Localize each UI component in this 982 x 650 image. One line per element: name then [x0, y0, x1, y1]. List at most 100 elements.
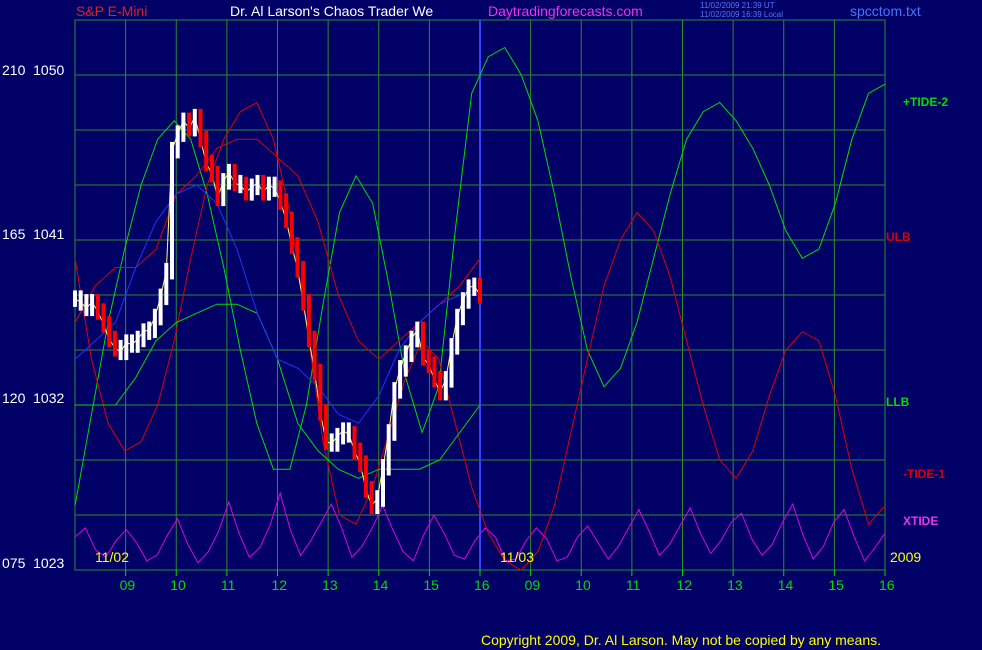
price-bar [398, 360, 403, 399]
price-bar [227, 163, 231, 190]
price-bar [95, 294, 100, 320]
date-label-2: 11/03 [500, 549, 534, 565]
price-bar [249, 178, 254, 201]
price-bar [204, 130, 209, 172]
price-bar [438, 371, 443, 401]
price-bar [90, 294, 95, 317]
hour-tick-label: 11 [626, 577, 641, 593]
legend-tide2: +TIDE-2 [903, 95, 949, 109]
legend-xtide: XTIDE [903, 514, 939, 528]
price-bar [107, 316, 112, 348]
price-bar [381, 459, 385, 507]
price-bar [392, 382, 397, 441]
chart-svg: 09 10 11 12 13 14 15 16 09 10 11 12 13 14 15 16 [73, 19, 895, 593]
price-bar [478, 277, 482, 304]
price-bar [386, 424, 391, 476]
price-bar [221, 173, 226, 207]
price-bar [141, 323, 146, 348]
price-bar [358, 442, 363, 472]
hour-tick-label: 15 [423, 577, 439, 593]
time-local: 11/02/2009 16:39 Local [700, 10, 784, 19]
price-bar [73, 290, 77, 307]
price-bar [306, 294, 311, 348]
hour-tick-label: 13 [322, 577, 338, 593]
price-bar [158, 288, 163, 326]
hour-tick-label: 10 [575, 577, 591, 593]
hour-tick-label: 10 [170, 577, 186, 593]
price-bar [460, 292, 465, 326]
price-bar [261, 174, 266, 201]
price-bar [352, 426, 357, 460]
price-bar [455, 308, 460, 355]
file-name: spcctom.txt [850, 3, 921, 19]
hour-tick-label: 14 [373, 577, 389, 593]
legend-tide1: -TIDE-1 [903, 467, 945, 481]
legend-llb: LLB [886, 395, 910, 409]
price-bar [289, 211, 294, 254]
price-bar [198, 108, 203, 148]
price-bar [432, 356, 437, 388]
price-bar [443, 371, 448, 401]
price-bar [187, 112, 192, 137]
price-bar [209, 154, 214, 183]
y-label-1050: 210 1050 [2, 62, 65, 78]
hour-tick-label: 16 [474, 577, 490, 593]
legend-ulb: ULB [886, 230, 911, 244]
y-label-1041: 165 1041 [2, 226, 65, 242]
price-bar [130, 334, 134, 353]
price-bar [181, 112, 186, 142]
hour-tick-label: 11 [221, 577, 236, 593]
price-bar [363, 455, 368, 498]
price-bar [472, 277, 477, 296]
price-bar [238, 174, 243, 194]
copyright: Copyright 2009, Dr. Al Larson. May not b… [481, 632, 882, 648]
price-bar [449, 338, 454, 388]
price-bar [192, 108, 197, 137]
price-bar [375, 490, 380, 514]
price-bar [175, 125, 180, 159]
price-bar [232, 163, 237, 192]
hour-tick-label: 16 [879, 577, 895, 593]
price-bar [170, 141, 174, 280]
hour-tick-label: 14 [778, 577, 794, 593]
price-bar [147, 321, 152, 340]
price-bar [101, 303, 106, 333]
price-bar [124, 334, 129, 361]
hour-tick-label: 13 [727, 577, 743, 593]
price-bar [301, 261, 306, 311]
price-bar [335, 427, 340, 452]
price-bar [164, 262, 169, 306]
price-bar [329, 433, 334, 452]
y-label-1032: 120 1032 [2, 390, 65, 406]
hour-tick-label: 09 [525, 577, 541, 593]
price-bar [295, 237, 300, 278]
price-bar [284, 193, 289, 229]
site-link[interactable]: Daytradingforecasts.com [488, 3, 643, 19]
price-bar [426, 349, 431, 373]
price-bar [272, 176, 277, 197]
price-bar [369, 481, 374, 515]
price-bar [84, 294, 89, 317]
price-bar [266, 176, 271, 201]
price-bar [312, 330, 317, 381]
price-bar [403, 345, 408, 377]
price-bar [346, 422, 351, 443]
price-bar [409, 330, 414, 362]
hour-tick-label: 12 [677, 577, 693, 593]
price-bar [244, 176, 249, 201]
price-bar [421, 321, 425, 366]
hour-tick-label: 15 [828, 577, 844, 593]
price-bar [466, 279, 471, 309]
price-bar [135, 330, 140, 353]
hour-tick-label: 09 [120, 577, 136, 593]
price-bar [324, 404, 328, 450]
price-bar [415, 321, 420, 348]
date-label-1: 11/02 [95, 549, 129, 565]
symbol-title: S&P E-Mini [76, 3, 148, 19]
hour-ticks-layer: 09 10 11 12 13 14 15 16 09 10 11 12 13 14 15 16 [120, 570, 895, 593]
price-bar [318, 363, 323, 421]
price-bar [255, 174, 260, 196]
price-bar [118, 339, 123, 361]
price-bar [215, 165, 220, 207]
price-bar [278, 180, 283, 210]
